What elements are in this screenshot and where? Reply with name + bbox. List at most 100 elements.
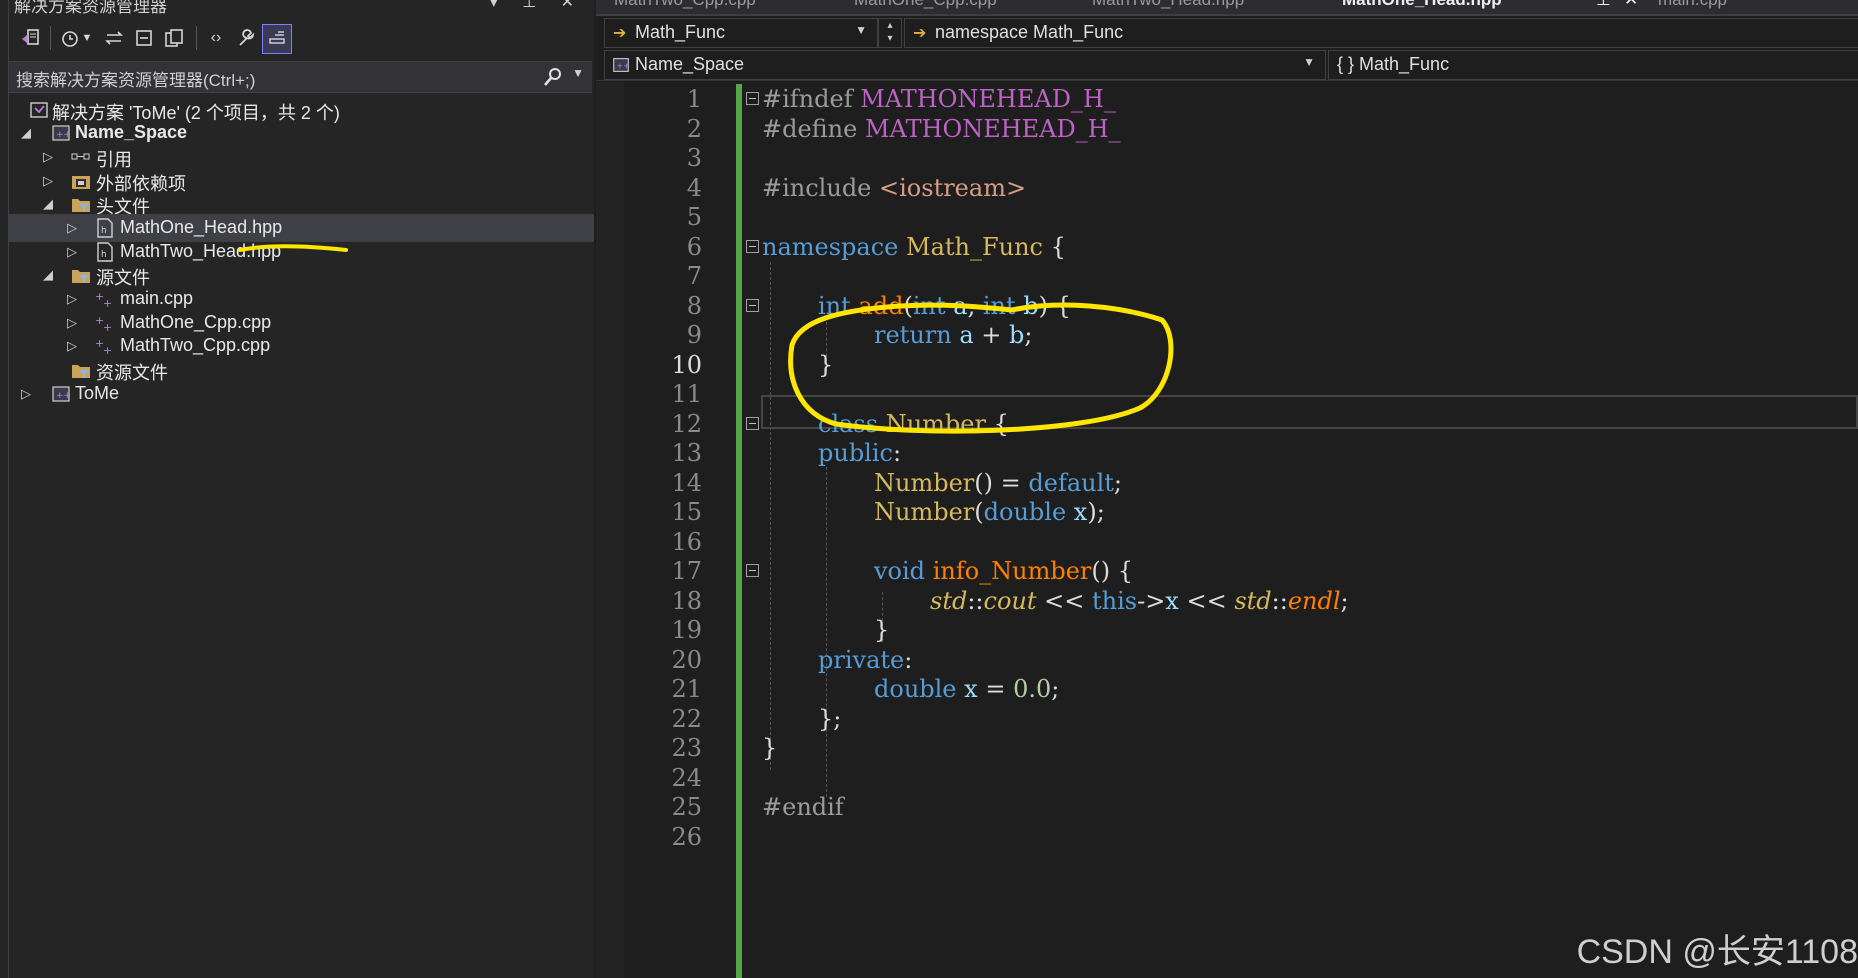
change-tracking-bar — [736, 84, 742, 978]
collapsed-arrow-icon[interactable]: ▷ — [64, 313, 80, 333]
switch-views-icon[interactable] — [16, 24, 44, 52]
solution-icon — [30, 102, 48, 118]
code-line-23: } — [762, 734, 778, 762]
solution-search-box[interactable]: 搜索解决方案资源管理器(Ctrl+;) ▼ — [8, 61, 592, 93]
fold-toggle-icon[interactable] — [746, 417, 759, 430]
filter-folder-icon — [72, 270, 90, 283]
code-line-21: double x = 0.0; — [874, 675, 1060, 703]
collapsed-arrow-icon[interactable]: ▷ — [64, 289, 80, 309]
fold-toggle-icon[interactable] — [746, 299, 759, 312]
navigation-bar-top: ➔ Math_Func ▼ ▴ ▾ ➔ namespace Math_Func — [596, 18, 1858, 48]
tree-item-label: MathOne_Head.hpp — [120, 217, 283, 237]
cpp-project-icon: ++ — [52, 386, 71, 402]
chevron-down-icon[interactable]: ▼ — [1303, 55, 1315, 69]
namespace-scope-dropdown[interactable]: ➔ namespace Math_Func — [904, 18, 1858, 48]
project-scope-dropdown[interactable]: ➔ Math_Func ▼ — [604, 18, 878, 48]
collapsed-arrow-icon[interactable]: ▷ — [64, 336, 80, 356]
solution-explorer-toolbar: ▼ ‹› — [12, 20, 590, 56]
code-line-9: return a + b; — [874, 321, 1033, 349]
cpp-file-icon: ++ — [95, 290, 112, 310]
tab-close-icon[interactable]: ✕ — [1624, 0, 1638, 10]
fold-toggle-icon[interactable] — [746, 564, 759, 577]
chevron-down-icon[interactable]: ▼ — [855, 23, 867, 37]
code-editor[interactable]: 1 2 3 4 5 6 7 8 9 10 11 12 13 14 15 16 1… — [596, 82, 1858, 978]
search-options-chevron-icon[interactable]: ▼ — [572, 66, 584, 80]
collapse-all-icon[interactable] — [130, 24, 158, 52]
filter-folder-icon — [72, 365, 90, 378]
svg-text:h: h — [101, 250, 107, 260]
show-all-files-icon[interactable] — [160, 24, 188, 52]
collapsed-arrow-icon[interactable]: ▷ — [64, 218, 80, 238]
arrow-right-icon: ➔ — [613, 25, 627, 42]
sync-with-active-document-icon[interactable] — [100, 24, 128, 52]
arrow-right-icon: ➔ — [913, 25, 927, 42]
expanded-arrow-icon[interactable]: ◢ — [40, 194, 56, 214]
fold-toggle-icon[interactable] — [746, 240, 759, 253]
namespace-scope-value: namespace Math_Func — [935, 22, 1124, 42]
svg-text:++: ++ — [616, 61, 630, 71]
tab-pin-icon[interactable]: ⊥ — [1596, 0, 1611, 10]
svg-text:++: ++ — [56, 391, 71, 401]
cpp-file-icon: ++ — [95, 337, 112, 357]
tab-mathone-cpp[interactable]: MathOne_Cpp.cpp — [854, 0, 997, 10]
code-line-4: #include <iostream> — [762, 174, 1027, 202]
code-line-10: } — [818, 351, 834, 379]
expanded-arrow-icon[interactable]: ◢ — [18, 123, 34, 143]
editor-margin — [596, 82, 624, 978]
scope-spinner[interactable]: ▴ ▾ — [878, 18, 902, 48]
collapsed-arrow-icon[interactable]: ▷ — [18, 384, 34, 404]
code-line-6: namespace Math_Func { — [762, 233, 1066, 261]
filter-folder-icon — [72, 199, 90, 212]
tree-item-project-tome[interactable]: ▷ ++ ToMe — [8, 380, 594, 408]
tab-mathtwo-head[interactable]: MathTwo_Head.hpp — [1092, 0, 1244, 10]
svg-text:++: ++ — [56, 130, 71, 140]
tree-item-label: Name_Space — [75, 122, 188, 142]
project-value: Name_Space — [635, 54, 745, 74]
tab-mathone-head[interactable]: MathOne_Head.hpp — [1342, 0, 1502, 10]
code-line-18: std::cout << this->x << std::endl; — [930, 587, 1349, 615]
cpp-file-icon: ++ — [95, 314, 112, 334]
line-number: 26 — [671, 823, 702, 851]
tree-item-label: MathOne_Cpp.cpp — [120, 312, 272, 332]
indent-guide — [770, 262, 772, 770]
header-file-icon: h — [97, 218, 113, 238]
references-icon — [71, 153, 90, 160]
code-line-22: }; — [818, 705, 842, 733]
project-scope-value: Math_Func — [635, 22, 726, 42]
fold-toggle-icon[interactable] — [746, 92, 759, 105]
tree-item-label: MathTwo_Cpp.cpp — [120, 335, 271, 355]
code-line-25: #endif — [762, 793, 844, 821]
member-dropdown[interactable]: { } Math_Func — [1328, 50, 1858, 80]
properties-wrench-icon[interactable] — [232, 24, 260, 52]
expanded-arrow-icon[interactable]: ◢ — [40, 265, 56, 285]
view-code-icon[interactable]: ‹› — [202, 24, 230, 52]
svg-text:h: h — [101, 226, 107, 236]
tab-mathtwo-cpp[interactable]: MathTwo_Cpp.cpp — [614, 0, 756, 10]
header-file-icon: h — [97, 242, 113, 262]
code-line-2: #define MATHONEHEAD_H_ — [762, 115, 1121, 143]
collapsed-arrow-icon[interactable]: ▷ — [64, 242, 80, 262]
search-input[interactable]: 搜索解决方案资源管理器(Ctrl+;) — [16, 66, 255, 91]
collapsed-arrow-icon[interactable]: ▷ — [40, 147, 56, 167]
tree-item-label: main.cpp — [120, 288, 194, 308]
preview-selected-items-icon[interactable] — [262, 24, 292, 54]
panel-title: 解决方案资源管理器 — [14, 0, 167, 16]
tree-item-label: ToMe — [75, 383, 120, 403]
tab-main-cpp[interactable]: main.cpp — [1658, 0, 1727, 10]
external-deps-icon — [72, 176, 90, 189]
document-tabs: MathTwo_Cpp.cpp MathOne_Cpp.cpp MathTwo_… — [596, 0, 1858, 14]
watermark: CSDN @长安1108 — [1576, 933, 1858, 971]
collapsed-arrow-icon[interactable]: ▷ — [40, 171, 56, 191]
member-value: { } Math_Func — [1337, 54, 1450, 74]
search-icon[interactable] — [542, 66, 564, 88]
chevron-down-icon[interactable]: ▼ — [80, 24, 94, 52]
tree-item-label: MathTwo_Head.hpp — [120, 241, 282, 261]
tab-strip-border — [596, 14, 1858, 16]
solution-explorer-panel: 解决方案资源管理器 ▾ ⊥ ✕ ▼ ‹› 搜索解决方案资源管理器(Ctrl+;) — [0, 0, 594, 978]
cpp-project-icon: ++ — [52, 125, 71, 141]
project-dropdown[interactable]: ++ Name_Space ▼ — [604, 50, 1326, 80]
cpp-project-icon: ++ — [613, 58, 630, 72]
indent-guide — [826, 467, 828, 797]
panel-title-controls[interactable]: ▾ ⊥ ✕ — [490, 0, 584, 12]
panel-edge — [8, 0, 9, 978]
